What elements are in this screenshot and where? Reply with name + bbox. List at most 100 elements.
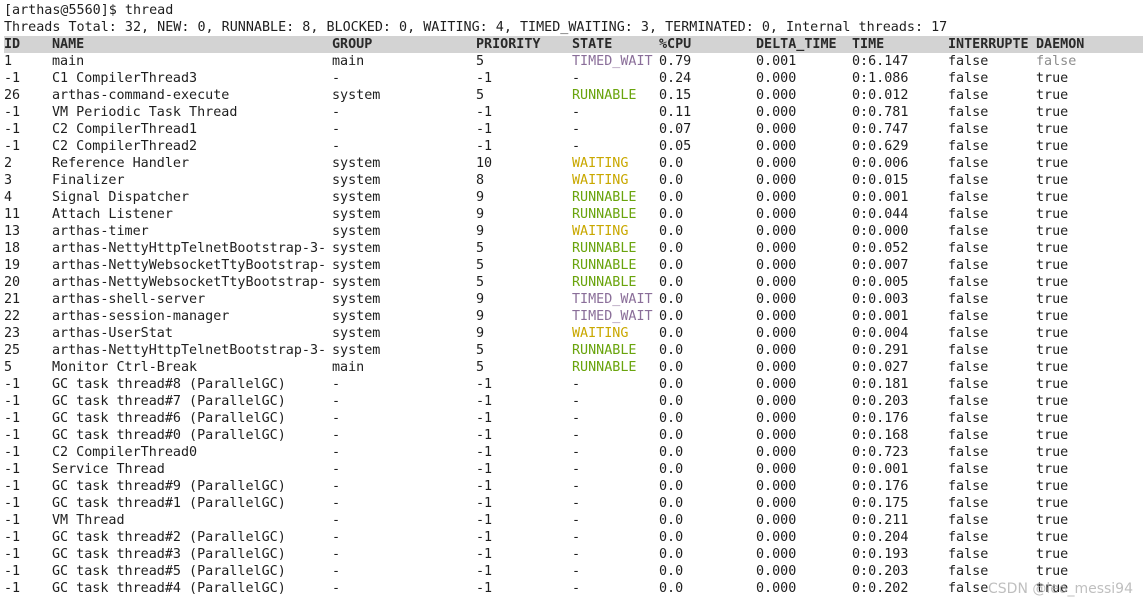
- cell-name: VM Periodic Task Thread: [52, 105, 238, 120]
- cell-daemon: true: [1036, 564, 1069, 579]
- cell-group: -: [332, 479, 341, 494]
- cell-priority: -1: [476, 411, 493, 426]
- cell-group: -: [332, 71, 341, 86]
- cell-name: arthas-command-execute: [52, 88, 230, 103]
- cell-interrupted: false: [948, 105, 989, 120]
- cell-group: -: [332, 530, 341, 545]
- cell-delta-time: 0.000: [756, 360, 797, 375]
- cell-priority: -1: [476, 105, 493, 120]
- cell-cpu: 0.0: [659, 360, 684, 375]
- cell-priority: 9: [476, 207, 485, 222]
- cell-delta-time: 0.000: [756, 71, 797, 86]
- cell-delta-time: 0.000: [756, 496, 797, 511]
- cell-name: main: [52, 54, 85, 69]
- cell-cpu: 0.0: [659, 309, 684, 324]
- cell-group: -: [332, 139, 341, 154]
- cell-state: -: [572, 564, 581, 579]
- cell-delta-time: 0.000: [756, 224, 797, 239]
- table-row: -1 GC task thread#5 (ParallelGC) - -1 - 0.0 0.…: [4, 563, 1143, 580]
- cell-name: C2 CompilerThread2: [52, 139, 198, 154]
- cell-delta-time: 0.000: [756, 462, 797, 477]
- cell-time: 0:0.001: [852, 462, 909, 477]
- cell-name: VM Thread: [52, 513, 125, 528]
- cell-interrupted: false: [948, 190, 989, 205]
- cell-name: arthas-NettyHttpTelnetBootstrap-3-: [52, 343, 327, 358]
- table-row: -1 VM Thread - -1 - 0.0 0.000 0:0.211 false true: [4, 512, 1143, 529]
- cell-daemon: true: [1036, 377, 1069, 392]
- cell-id: -1: [4, 479, 21, 494]
- cell-group: system: [332, 292, 381, 307]
- cell-group: -: [332, 581, 341, 596]
- cell-time: 0:0.015: [852, 173, 909, 188]
- cell-time: 0:0.175: [852, 496, 909, 511]
- cell-interrupted: false: [948, 513, 989, 528]
- table-row: -1 C2 CompilerThread0 - -1 - 0.0 0.000 0:0.723 f…: [4, 444, 1143, 461]
- table-row: -1 VM Periodic Task Thread - -1 - 0.11 0.000 0:…: [4, 104, 1143, 121]
- cell-cpu: 0.0: [659, 224, 684, 239]
- cell-name: Signal Dispatcher: [52, 190, 190, 205]
- table-row: -1 GC task thread#1 (ParallelGC) - -1 - 0.0 0.…: [4, 495, 1143, 512]
- cell-priority: 9: [476, 190, 485, 205]
- terminal-window[interactable]: [arthas@5560]$ thread Threads Total: 32,…: [4, 2, 1143, 597]
- cell-id: 25: [4, 343, 21, 358]
- cell-state: WAITING: [572, 326, 629, 341]
- cell-delta-time: 0.000: [756, 139, 797, 154]
- cell-priority: -1: [476, 479, 493, 494]
- cell-daemon: true: [1036, 411, 1069, 426]
- cell-interrupted: false: [948, 224, 989, 239]
- cell-priority: 10: [476, 156, 493, 171]
- cell-time: 0:0.181: [852, 377, 909, 392]
- cell-interrupted: false: [948, 292, 989, 307]
- cell-name: GC task thread#2 (ParallelGC): [52, 530, 286, 545]
- cell-priority: 9: [476, 292, 485, 307]
- table-row: -1 GC task thread#2 (ParallelGC) - -1 - 0.0 0.…: [4, 529, 1143, 546]
- cell-state: -: [572, 105, 581, 120]
- cell-daemon: true: [1036, 207, 1069, 222]
- table-row: -1 GC task thread#6 (ParallelGC) - -1 - 0.0 0.…: [4, 410, 1143, 427]
- cell-group: -: [332, 462, 341, 477]
- cell-interrupted: false: [948, 207, 989, 222]
- cell-daemon: true: [1036, 513, 1069, 528]
- table-row: -1 GC task thread#8 (ParallelGC) - -1 - 0.0 0.…: [4, 376, 1143, 393]
- cell-id: -1: [4, 428, 21, 443]
- cell-id: 2: [4, 156, 13, 171]
- cell-time: 0:0.006: [852, 156, 909, 171]
- header-daemon: DAEMON: [1036, 37, 1085, 52]
- cell-time: 0:0.000: [852, 224, 909, 239]
- cell-group: system: [332, 309, 381, 324]
- cell-interrupted: false: [948, 530, 989, 545]
- cell-time: 0:0.204: [852, 530, 909, 545]
- table-row: 22 arthas-session-manager system 9 TIMED_WAI…: [4, 308, 1143, 325]
- table-row: 2 Reference Handler system 10 WAITING 0.0 0.00…: [4, 155, 1143, 172]
- cell-daemon: true: [1036, 394, 1069, 409]
- cell-id: -1: [4, 105, 21, 120]
- table-row: -1 GC task thread#7 (ParallelGC) - -1 - 0.0 0.…: [4, 393, 1143, 410]
- cell-priority: -1: [476, 547, 493, 562]
- cell-daemon: true: [1036, 88, 1069, 103]
- cell-id: -1: [4, 564, 21, 579]
- cell-priority: 5: [476, 360, 485, 375]
- cell-delta-time: 0.000: [756, 207, 797, 222]
- cell-group: system: [332, 258, 381, 273]
- cell-id: 20: [4, 275, 21, 290]
- header-state: STATE: [572, 37, 613, 52]
- header-group: GROUP: [332, 37, 373, 52]
- cell-state: -: [572, 428, 581, 443]
- cell-group: system: [332, 224, 381, 239]
- cell-id: -1: [4, 411, 21, 426]
- cell-group: -: [332, 445, 341, 460]
- cell-delta-time: 0.000: [756, 394, 797, 409]
- cell-state: -: [572, 479, 581, 494]
- cell-cpu: 0.0: [659, 377, 684, 392]
- cell-time: 0:0.203: [852, 394, 909, 409]
- cell-id: -1: [4, 71, 21, 86]
- cell-cpu: 0.0: [659, 173, 684, 188]
- table-row: 4 Signal Dispatcher system 9 RUNNABLE 0.0 0.00…: [4, 189, 1143, 206]
- cell-cpu: 0.0: [659, 445, 684, 460]
- cell-id: -1: [4, 139, 21, 154]
- cell-group: -: [332, 394, 341, 409]
- table-row: 5 Monitor Ctrl-Break main 5 RUNNABLE 0.0 0.000…: [4, 359, 1143, 376]
- cell-cpu: 0.0: [659, 292, 684, 307]
- cell-daemon: true: [1036, 530, 1069, 545]
- cell-delta-time: 0.000: [756, 105, 797, 120]
